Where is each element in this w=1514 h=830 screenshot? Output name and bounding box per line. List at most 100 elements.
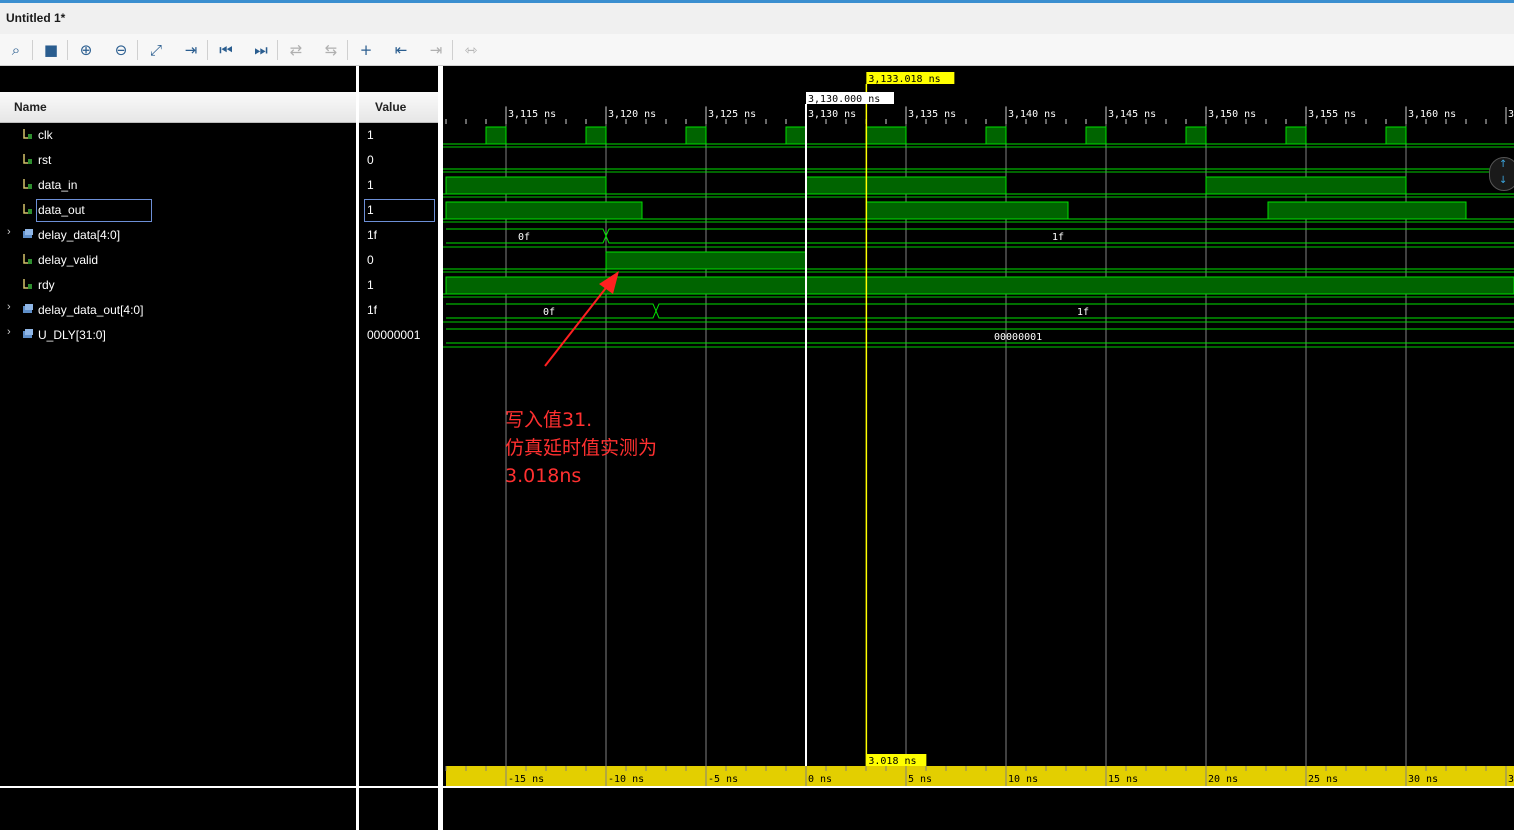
signal-row[interactable]: clk <box>0 123 356 148</box>
bus-signal-icon <box>23 329 33 338</box>
signal-row[interactable]: › delay_data_out[4:0] <box>0 298 356 323</box>
cursor-label: 3,133.018 ns <box>868 74 940 85</box>
clk-high-pulse <box>1385 126 1407 145</box>
previous-marker-icon[interactable]: ⇤ <box>391 40 411 60</box>
ruler-tick-label: 3,155 ns <box>1308 109 1356 120</box>
wire-signal-icon <box>23 154 32 164</box>
toolbar-separator <box>137 40 138 60</box>
save-icon[interactable]: ■ <box>41 40 61 60</box>
swap-cursors-icon[interactable]: ⇄ <box>286 40 306 60</box>
clk-high-pulse <box>1185 126 1207 145</box>
signal-value-cell[interactable]: 1 <box>359 173 438 198</box>
clk-high-pulse <box>1285 126 1307 145</box>
data-out-high-pulse <box>445 201 643 220</box>
signal-value-cell[interactable]: 0 <box>359 148 438 173</box>
value-column-header[interactable]: Value <box>359 92 438 123</box>
signal-value-cell[interactable]: 1 <box>359 123 438 148</box>
wire-signal-icon <box>23 254 32 264</box>
toolbar-separator <box>277 40 278 60</box>
ruler-tick-label: 3,135 ns <box>908 109 956 120</box>
bottom-ruler-label: 3 <box>1508 774 1514 785</box>
signal-name: delay_valid <box>38 253 99 267</box>
data-in-high-pulse <box>805 176 1007 195</box>
bus-signal-icon <box>23 304 33 313</box>
signal-name: rst <box>38 153 52 167</box>
name-panel-footer <box>0 786 356 788</box>
clk-high-pulse <box>1085 126 1107 145</box>
bottom-ruler-label: 20 ns <box>1208 774 1238 785</box>
previous-transition-icon[interactable]: ⇆ <box>321 40 341 60</box>
expand-chevron-icon[interactable]: › <box>7 301 11 313</box>
signal-row[interactable]: › U_DLY[31:0] <box>0 323 356 348</box>
signal-row[interactable]: rdy <box>0 273 356 298</box>
delay-valid-high-pulse <box>605 251 807 270</box>
ruler-tick-label: 3,160 ns <box>1408 109 1456 120</box>
scroll-to-top-bottom-button[interactable]: ↑ ↓ <box>1489 157 1514 191</box>
signal-name: delay_data[4:0] <box>38 228 121 242</box>
signal-name: delay_data_out[4:0] <box>38 303 144 317</box>
wire-signal-icon <box>23 279 32 289</box>
annotation-arrow-shaft <box>544 283 610 367</box>
arrow-down-icon: ↓ <box>1499 175 1508 186</box>
ruler-tick-label: 3,115 ns <box>508 109 556 120</box>
annotation-line: 写入值31. <box>505 409 593 431</box>
go-to-end-icon[interactable]: ⏭ <box>251 40 271 60</box>
bottom-ruler-label: -10 ns <box>608 774 644 785</box>
value-header-label: Value <box>375 100 407 114</box>
delay-data-bus-value: 0f <box>518 232 530 243</box>
search-icon[interactable]: ⌕ <box>6 40 26 60</box>
signal-name: U_DLY[31:0] <box>38 328 106 342</box>
signal-value-cell[interactable]: 1f <box>359 298 438 323</box>
annotation-line: 仿真延时值实测为 <box>505 437 658 459</box>
expand-chevron-icon[interactable]: › <box>7 226 11 238</box>
signal-value: 00000001 <box>367 328 421 342</box>
add-marker-icon[interactable]: + <box>356 40 376 60</box>
zoom-out-icon[interactable]: ⊖ <box>111 40 131 60</box>
toolbar-separator <box>452 40 453 60</box>
signal-value-cell[interactable]: 1 <box>359 273 438 298</box>
bottom-ruler-label: -15 ns <box>508 774 544 785</box>
bottom-ruler-label: -5 ns <box>708 774 738 785</box>
go-to-start-icon[interactable]: ⏮ <box>216 40 236 60</box>
ruler-tick-label: 3,120 ns <box>608 109 656 120</box>
next-marker-icon[interactable]: ⇥ <box>426 40 446 60</box>
wire-signal-icon <box>23 204 32 214</box>
go-to-cursor-icon[interactable]: ⇥ <box>181 40 201 60</box>
swap-markers-icon[interactable]: ⇿ <box>461 40 481 60</box>
signal-value-cell[interactable]: 0 <box>359 248 438 273</box>
bottom-ruler-label: 10 ns <box>1008 774 1038 785</box>
signal-value: 1 <box>367 278 374 292</box>
delay-data-out-bus-value: 0f <box>543 307 555 318</box>
ruler-tick-label: 3,125 ns <box>708 109 756 120</box>
selected-value-outline <box>364 199 435 222</box>
signal-value: 0 <box>367 253 374 267</box>
value-panel-footer <box>359 786 438 788</box>
ruler-tick-label: 3 <box>1508 109 1514 120</box>
toolbar-separator <box>347 40 348 60</box>
ruler-tick-label: 3,150 ns <box>1208 109 1256 120</box>
toolbar-separator <box>67 40 68 60</box>
signal-name: data_in <box>38 178 78 192</box>
zoom-in-icon[interactable]: ⊕ <box>76 40 96 60</box>
signal-row[interactable]: rst <box>0 148 356 173</box>
signal-value-cell[interactable]: 00000001 <box>359 323 438 348</box>
toolbar-separator <box>32 40 33 60</box>
signal-value: 0 <box>367 153 374 167</box>
signal-row[interactable]: data_in <box>0 173 356 198</box>
bottom-ruler-label: 30 ns <box>1408 774 1438 785</box>
clk-high-pulse <box>585 126 607 145</box>
signal-value: 1f <box>367 228 378 242</box>
bottom-ruler-label: 0 ns <box>808 774 832 785</box>
signal-value: 1f <box>367 303 378 317</box>
signal-value-cell[interactable]: 1f <box>359 223 438 248</box>
signal-row[interactable]: › delay_data[4:0] <box>0 223 356 248</box>
zoom-fit-icon[interactable]: ⤢ <box>146 40 166 60</box>
signal-row[interactable]: delay_valid <box>0 248 356 273</box>
name-column-header[interactable]: Name <box>0 92 356 123</box>
expand-chevron-icon[interactable]: › <box>7 326 11 338</box>
u-dly-bus-value: 00000001 <box>994 332 1042 343</box>
ruler-tick-label: 3,130 ns <box>808 109 856 120</box>
data-in-high-pulse <box>445 176 607 195</box>
clk-high-pulse <box>865 126 907 145</box>
marker-label: 3,130.000 ns <box>808 94 880 105</box>
